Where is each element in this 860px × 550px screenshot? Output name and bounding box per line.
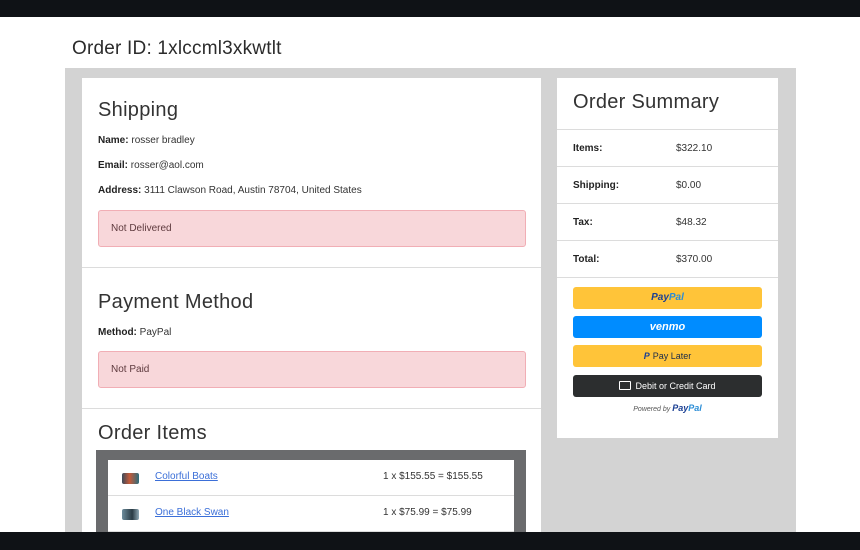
paypal-brand-part1: Pay — [672, 403, 689, 413]
summary-row-total: Total: $370.00 — [557, 240, 778, 278]
item-price-calc: 1 x $75.99 = $75.99 — [383, 507, 472, 518]
painting-thumbnail-icon — [122, 509, 139, 520]
order-items-section: Order Items Colorful Boats 1 x $155.55 =… — [82, 410, 541, 532]
paypal-logo-part1: Pay — [651, 292, 669, 303]
payment-method: Method: PayPal — [98, 327, 171, 338]
bottom-dark-bar — [0, 532, 860, 550]
name-value: rosser bradley — [131, 135, 195, 146]
item-price-calc: 1 x $155.55 = $155.55 — [383, 471, 483, 482]
summary-row-shipping: Shipping: $0.00 — [557, 166, 778, 203]
payment-section: Payment Method Method: PayPal Not Paid — [82, 269, 541, 409]
name-label: Name: — [98, 135, 129, 146]
order-items-list: Colorful Boats 1 x $155.55 = $155.55 One… — [108, 460, 514, 532]
painting-thumbnail-icon — [122, 473, 139, 484]
item-link[interactable]: One Black Swan — [155, 507, 229, 518]
shipping-name: Name: rosser bradley — [98, 135, 195, 146]
shipping-address: Address: 3111 Clawson Road, Austin 78704… — [98, 185, 362, 196]
list-item: Colorful Boats 1 x $155.55 = $155.55 — [108, 460, 514, 496]
content-area: Shipping Name: rosser bradley Email: ros… — [65, 68, 796, 532]
summary-label: Tax: — [573, 217, 593, 228]
method-label: Method: — [98, 327, 137, 338]
summary-label: Items: — [573, 143, 603, 154]
venmo-button[interactable]: venmo — [573, 316, 762, 338]
email-value: rosser@aol.com — [130, 160, 204, 171]
shipping-heading: Shipping — [98, 99, 179, 121]
pay-later-button[interactable]: P Pay Later — [573, 345, 762, 367]
summary-label: Shipping: — [573, 180, 620, 191]
order-items-list-container: Colorful Boats 1 x $155.55 = $155.55 One… — [96, 450, 526, 532]
paypal-brand-part2: Pal — [688, 403, 702, 413]
item-link[interactable]: Colorful Boats — [155, 471, 218, 482]
summary-value: $0.00 — [676, 180, 702, 191]
delivery-status-alert: Not Delivered — [98, 210, 526, 247]
address-value: 3111 Clawson Road, Austin 78704, United … — [144, 185, 362, 196]
summary-label: Total: — [573, 254, 600, 265]
pay-later-label: Pay Later — [652, 351, 692, 361]
shipping-section: Shipping Name: rosser bradley Email: ros… — [82, 78, 541, 268]
payment-status-alert: Not Paid — [98, 351, 526, 388]
order-items-heading: Order Items — [98, 422, 207, 444]
top-dark-bar — [0, 0, 860, 17]
page-title: Order ID: 1xlccml3xkwtlt — [72, 38, 282, 59]
summary-value: $322.10 — [676, 143, 713, 154]
summary-value: $48.32 — [676, 217, 707, 228]
address-label: Address: — [98, 185, 142, 196]
debit-credit-card-button[interactable]: Debit or Credit Card — [573, 375, 762, 397]
paypal-button[interactable]: PayPal — [573, 287, 762, 309]
credit-card-icon — [619, 381, 632, 390]
payment-heading: Payment Method — [98, 291, 254, 313]
summary-value: $370.00 — [676, 254, 713, 265]
paypal-logo: PayPal — [672, 403, 702, 413]
summary-row-tax: Tax: $48.32 — [557, 203, 778, 240]
email-label: Email: — [98, 160, 129, 171]
shipping-email: Email: rosser@aol.com — [98, 160, 204, 171]
order-summary-card: Order Summary Items: $322.10 Shipping: $… — [557, 78, 778, 438]
paypal-logo-part2: Pal — [668, 292, 684, 303]
powered-by-text: Powered by — [633, 406, 671, 413]
method-value: PayPal — [139, 327, 172, 338]
order-details-card: Shipping Name: rosser bradley Email: ros… — [82, 78, 541, 532]
list-item: One Black Swan 1 x $75.99 = $75.99 — [108, 496, 514, 532]
paypal-p-icon: P — [643, 351, 650, 361]
order-summary-heading: Order Summary — [573, 91, 720, 113]
summary-row-items: Items: $322.10 — [557, 129, 778, 166]
card-button-label: Debit or Credit Card — [635, 381, 716, 391]
powered-by-paypal: Powered by PayPal — [557, 403, 778, 413]
